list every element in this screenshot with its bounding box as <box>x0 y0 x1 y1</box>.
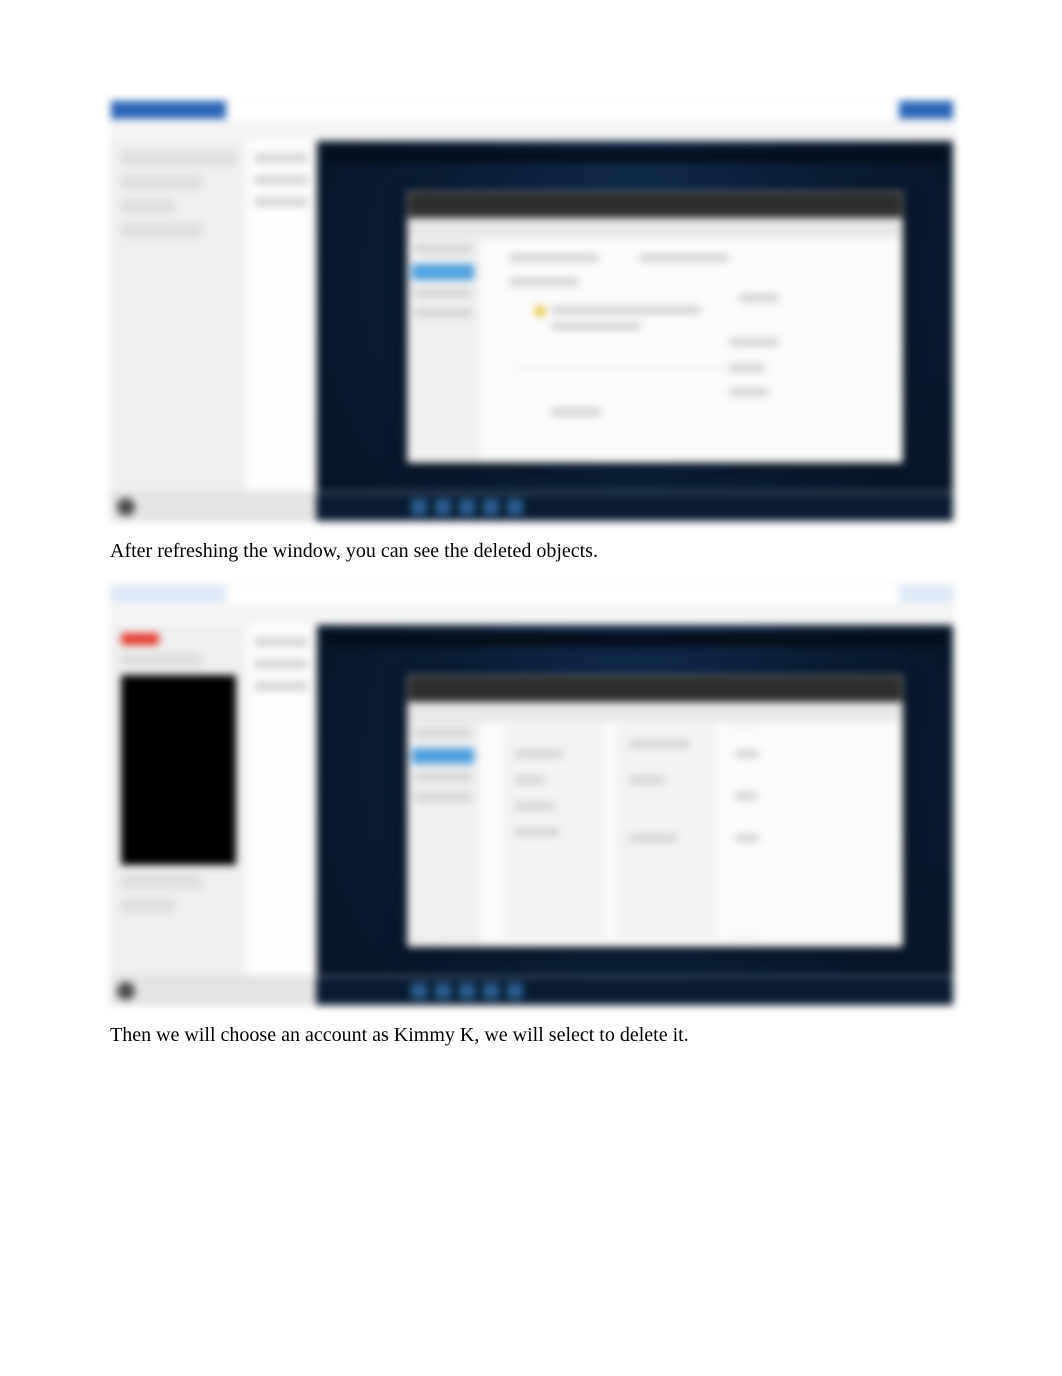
document-page: After refreshing the window, you can see… <box>0 0 1062 1228</box>
tree-node <box>254 637 308 647</box>
highlight-icon <box>535 306 545 316</box>
inner-window-body <box>408 722 902 946</box>
panel-row <box>121 223 202 237</box>
text-line <box>551 306 701 314</box>
left-panel <box>111 141 247 493</box>
text-line <box>729 388 769 396</box>
inner-window <box>407 191 903 463</box>
red-badge <box>121 633 159 645</box>
taskbar-icon <box>483 983 499 999</box>
tree-panel <box>246 141 317 493</box>
inner-window-body <box>408 238 902 462</box>
inner-left-nav <box>408 722 479 946</box>
tree-panel <box>246 625 317 977</box>
taskbar <box>111 976 953 1005</box>
panel-row <box>121 151 236 165</box>
screenshot-2 <box>110 584 954 1006</box>
inner-main <box>479 238 902 462</box>
panel-row <box>121 175 202 189</box>
screenshot-1 <box>110 100 954 522</box>
nav-item <box>414 728 472 738</box>
nav-item <box>414 288 472 298</box>
left-panel <box>111 625 247 977</box>
caption-1: After refreshing the window, you can see… <box>110 536 952 566</box>
inner-window-title <box>408 192 902 218</box>
app-titlebar <box>111 101 953 119</box>
taskbar-icon <box>435 983 451 999</box>
app-titlebar <box>111 585 953 603</box>
text-line <box>735 792 757 800</box>
inner-window-title <box>408 676 902 702</box>
caption-2: Then we will choose an account as Kimmy … <box>110 1020 952 1050</box>
vm-titlebar <box>325 633 945 647</box>
taskbar-icon <box>507 499 523 515</box>
text-line <box>629 834 677 842</box>
start-button-icon <box>117 498 135 516</box>
divider <box>515 368 735 369</box>
taskbar-icon <box>411 499 427 515</box>
tree-node <box>254 659 308 669</box>
column-panel <box>617 726 715 936</box>
text-line <box>515 802 555 810</box>
taskbar-icon <box>435 499 451 515</box>
tree-node <box>254 153 308 163</box>
start-button-icon <box>117 982 135 1000</box>
vm-titlebar <box>325 149 945 163</box>
taskbar <box>111 492 953 521</box>
text-line <box>551 322 641 330</box>
title-left-block <box>111 585 226 603</box>
taskbar-icons <box>411 983 523 999</box>
inner-window-toolbar <box>408 702 902 723</box>
window-tabbar <box>111 603 953 626</box>
vm-desktop <box>316 141 953 493</box>
title-left-block <box>111 101 226 119</box>
nav-item <box>414 244 472 254</box>
inner-window <box>407 675 903 947</box>
title-right-block <box>899 585 953 603</box>
text-line <box>729 338 779 346</box>
text-line <box>515 776 545 784</box>
tree-node <box>254 681 308 691</box>
text-line <box>729 364 765 372</box>
text-line <box>509 254 599 262</box>
taskbar-icon <box>411 983 427 999</box>
nav-item <box>414 772 472 782</box>
text-line <box>629 740 689 748</box>
inner-main <box>479 722 902 946</box>
text-line <box>515 750 563 758</box>
text-line <box>551 408 601 416</box>
taskbar-icon <box>459 499 475 515</box>
text-line <box>515 828 559 836</box>
tree-node <box>254 175 308 185</box>
inner-left-nav <box>408 238 479 462</box>
text-line <box>629 776 665 784</box>
panel-row <box>121 875 202 889</box>
taskbar-icon <box>507 983 523 999</box>
text-line <box>735 750 759 758</box>
panel-row <box>121 899 175 913</box>
tree-node <box>254 197 308 207</box>
inner-window-toolbar <box>408 218 902 239</box>
text-line <box>735 834 759 842</box>
taskbar-icons <box>411 499 523 515</box>
text-line <box>739 294 779 302</box>
text-line <box>509 278 579 286</box>
nav-item <box>414 792 472 802</box>
vm-desktop <box>316 625 953 977</box>
window-tabbar <box>111 119 953 142</box>
text-line <box>639 254 729 262</box>
taskbar-icon <box>483 499 499 515</box>
panel-row <box>121 653 202 667</box>
panel-row <box>121 199 175 213</box>
title-right-block <box>899 101 953 119</box>
nav-item <box>414 308 472 318</box>
nav-item-selected <box>412 264 474 280</box>
taskbar-icon <box>459 983 475 999</box>
nav-item-selected <box>412 748 474 764</box>
redacted-block <box>121 675 236 865</box>
